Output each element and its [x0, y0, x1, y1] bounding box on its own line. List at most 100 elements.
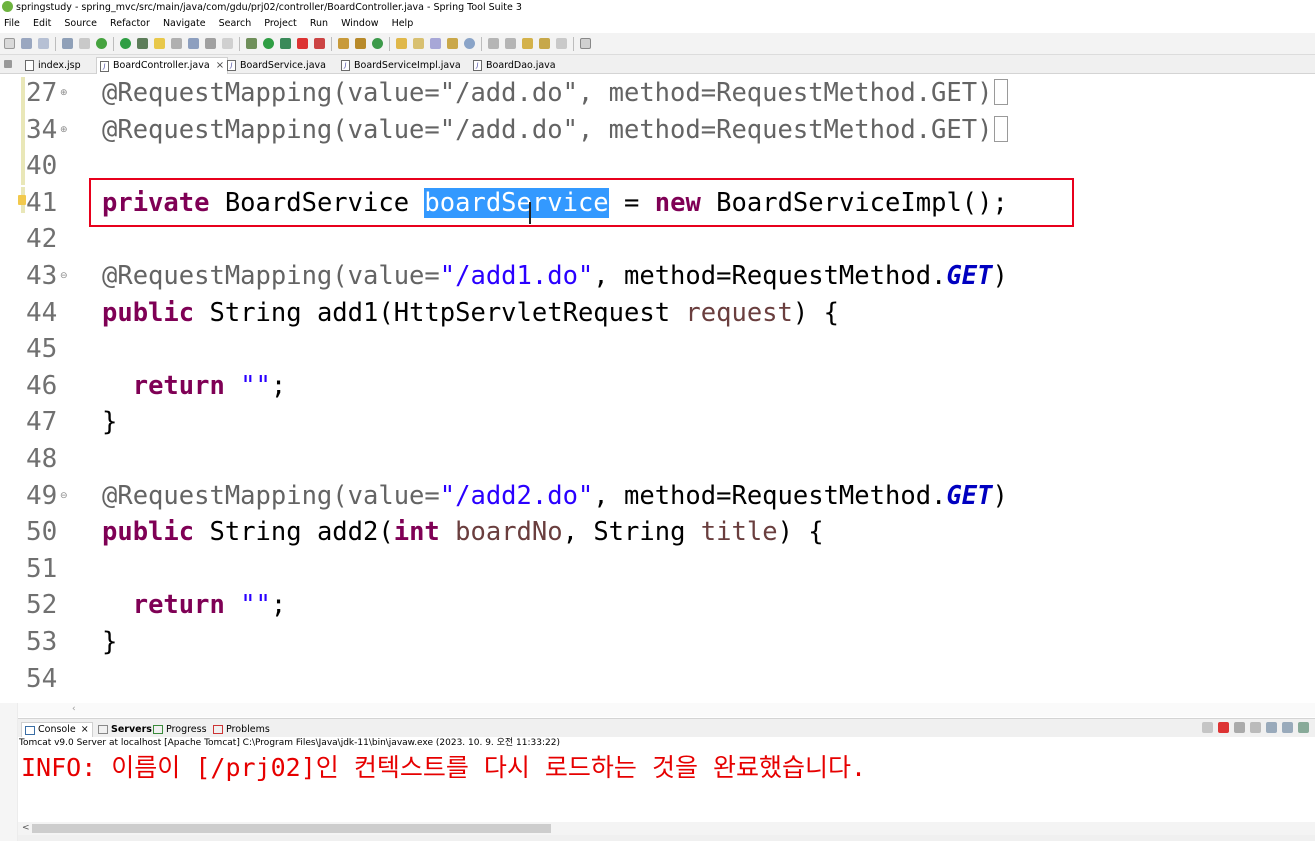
keyword-public: public — [102, 517, 195, 547]
toolbar-separator — [389, 36, 390, 51]
terminate-icon[interactable] — [1218, 722, 1229, 733]
console-horizontal-scrollbar[interactable]: < — [18, 822, 1315, 835]
code-line-49: @RequestMapping(value="/add2.do", method… — [102, 481, 1008, 511]
menu-edit[interactable]: Edit — [33, 18, 51, 29]
tab-label: Progress — [166, 723, 207, 735]
line-number: 50 — [26, 517, 58, 547]
console-output[interactable]: INFO: 이름이 [/prj02]인 컨텍스트를 다시 로드하는 것을 완료했… — [18, 750, 1315, 822]
open-file-icon[interactable] — [413, 38, 424, 49]
menu-window[interactable]: Window — [341, 18, 378, 29]
code-editor[interactable]: 27 34 40 41 42 43 44 45 46 47 48 49 50 5… — [0, 75, 1315, 703]
arrow-icon[interactable] — [171, 38, 182, 49]
scrollbar-thumb[interactable] — [32, 824, 551, 833]
folded-block-indicator[interactable] — [994, 79, 1009, 105]
window-title-bar: springstudy - spring_mvc/src/main/java/c… — [0, 0, 1315, 15]
fold-collapse-icon[interactable]: ⊖ — [60, 491, 68, 501]
pin-console-icon[interactable] — [1202, 722, 1213, 733]
next-annotation-icon[interactable] — [488, 38, 499, 49]
open-perspective-icon[interactable] — [580, 38, 591, 49]
forward-icon[interactable] — [556, 38, 567, 49]
tab-board-dao[interactable]: J BoardDao.java — [470, 57, 559, 74]
external-tools-icon[interactable] — [314, 38, 325, 49]
scroll-lock-icon[interactable] — [1266, 722, 1277, 733]
toolbar-separator — [113, 36, 114, 51]
code-text: , String — [562, 517, 686, 547]
fold-collapse-icon[interactable]: ⊖ — [60, 271, 68, 281]
fold-expand-icon[interactable]: ⊕ — [60, 88, 68, 98]
toggle-mark-icon[interactable] — [154, 38, 165, 49]
close-icon[interactable]: × — [216, 58, 224, 74]
open-console-icon[interactable] — [1298, 722, 1309, 733]
menu-help[interactable]: Help — [392, 18, 414, 29]
tab-label: BoardServiceImpl.java — [354, 59, 461, 71]
menu-file[interactable]: File — [4, 18, 20, 29]
menu-search[interactable]: Search — [219, 18, 252, 29]
string-literal: "" — [240, 371, 271, 401]
menu-run[interactable]: Run — [310, 18, 328, 29]
tab-problems[interactable]: Problems — [213, 722, 270, 737]
new-icon[interactable] — [4, 38, 15, 49]
servers-icon — [98, 725, 108, 734]
annotation-text: @RequestMapping(value= — [102, 261, 440, 291]
edit-icon[interactable] — [430, 38, 441, 49]
menu-project[interactable]: Project — [264, 18, 297, 29]
folded-block-indicator[interactable] — [994, 116, 1009, 142]
pin-icon[interactable] — [137, 38, 148, 49]
highlight-annotation-box — [89, 178, 1074, 227]
line-number: 27 — [26, 78, 58, 108]
open-task-icon[interactable] — [205, 38, 216, 49]
code-text: ) — [992, 261, 1008, 291]
tab-board-service-impl[interactable]: J BoardServiceImpl.java — [338, 57, 464, 74]
save-all-icon[interactable] — [38, 38, 49, 49]
menu-navigate[interactable]: Navigate — [163, 18, 206, 29]
toolbar-separator — [331, 36, 332, 51]
keyword-public: public — [102, 298, 195, 328]
new-package-icon[interactable] — [355, 38, 366, 49]
tab-progress[interactable]: Progress — [153, 722, 207, 737]
tab-board-controller[interactable]: J BoardController.java × — [96, 57, 229, 74]
run-icon[interactable] — [263, 38, 274, 49]
back-icon[interactable] — [539, 38, 550, 49]
line-number: 44 — [26, 298, 58, 328]
toolbar-separator — [573, 36, 574, 51]
line-number: 53 — [26, 627, 58, 657]
new-class-icon[interactable] — [372, 38, 383, 49]
save-icon[interactable] — [21, 38, 32, 49]
refresh-icon[interactable] — [120, 38, 131, 49]
static-field: GET — [946, 481, 993, 511]
console-icon — [25, 725, 35, 735]
search-icon[interactable] — [447, 38, 458, 49]
globe-icon[interactable] — [464, 38, 475, 49]
tab-console[interactable]: Console × — [21, 722, 93, 737]
menu-refactor[interactable]: Refactor — [110, 18, 150, 29]
remove-all-icon[interactable] — [1250, 722, 1261, 733]
code-line-44: public String add1(HttpServletRequest re… — [102, 298, 839, 328]
remove-launch-icon[interactable] — [1234, 722, 1245, 733]
code-text: ) — [992, 481, 1008, 511]
tab-board-service[interactable]: J BoardService.java — [224, 57, 329, 74]
menu-source[interactable]: Source — [64, 18, 97, 29]
tab-servers[interactable]: Servers — [98, 722, 152, 737]
open-type-icon[interactable] — [188, 38, 199, 49]
print-icon[interactable] — [62, 38, 73, 49]
open-folder-icon[interactable] — [396, 38, 407, 49]
code-line-43: @RequestMapping(value="/add1.do", method… — [102, 261, 1008, 291]
word-wrap-icon[interactable] — [1282, 722, 1293, 733]
editor-horizontal-scrollbar[interactable]: ‹ — [18, 703, 1315, 717]
tab-index-jsp[interactable]: index.jsp — [22, 57, 84, 74]
close-icon[interactable]: × — [81, 723, 89, 737]
coverage-icon[interactable] — [280, 38, 291, 49]
previous-annotation-icon[interactable] — [505, 38, 516, 49]
parameter-name: title — [700, 517, 778, 547]
view-menu-icon[interactable] — [4, 60, 12, 68]
fold-expand-icon[interactable]: ⊕ — [60, 125, 68, 135]
stop-icon[interactable] — [297, 38, 308, 49]
spring-boot-icon[interactable] — [96, 38, 107, 49]
code-text: ; — [270, 590, 287, 620]
last-edit-icon[interactable] — [522, 38, 533, 49]
debug-icon[interactable] — [246, 38, 257, 49]
skip-breakpoints-icon[interactable] — [79, 38, 90, 49]
scroll-left-icon[interactable]: < — [22, 822, 30, 835]
new-java-project-icon[interactable] — [338, 38, 349, 49]
show-whitespace-icon[interactable] — [222, 38, 233, 49]
